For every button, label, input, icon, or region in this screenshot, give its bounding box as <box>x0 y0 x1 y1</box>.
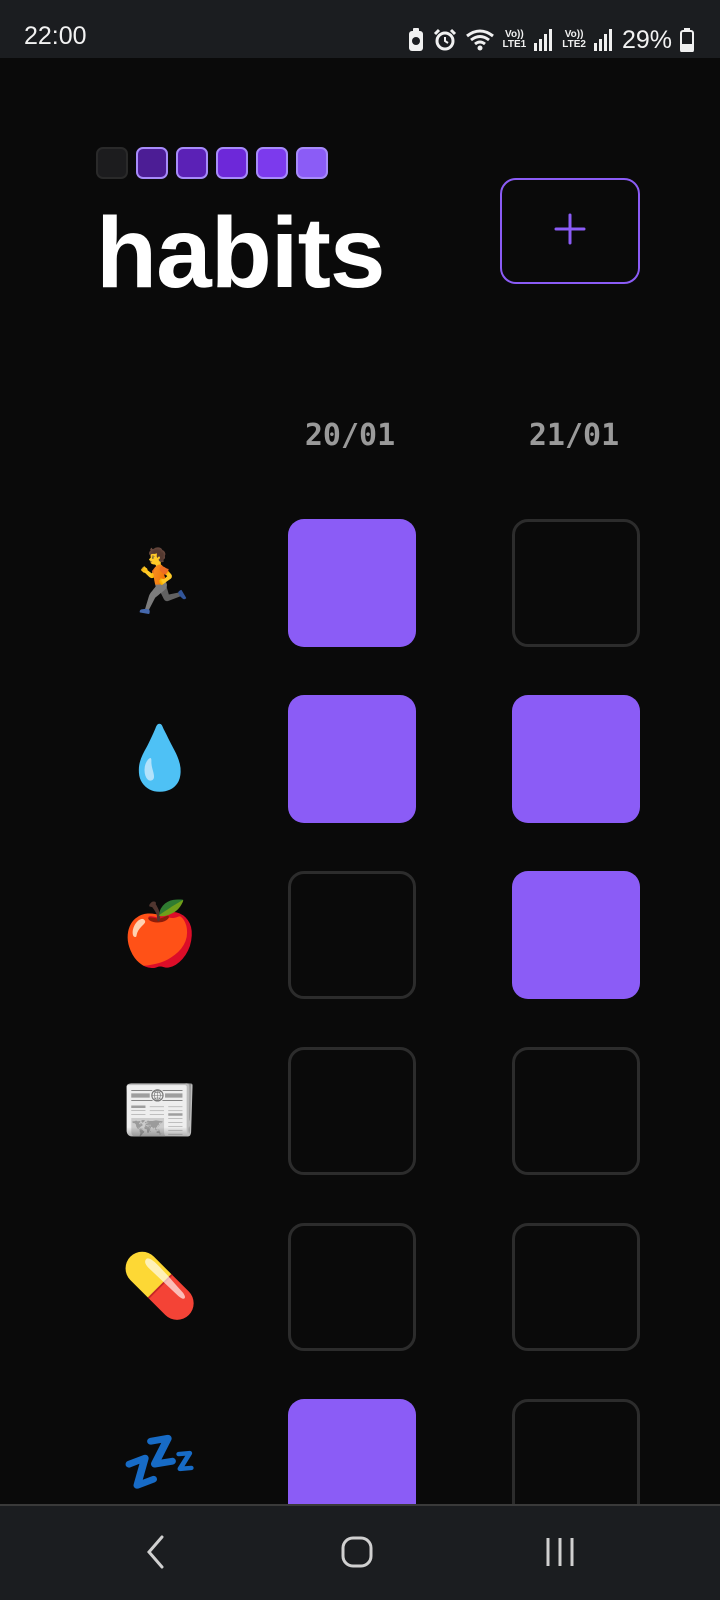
sim2-label: Vo)) LTE2 <box>562 30 586 50</box>
nav-recents-button[interactable] <box>500 1506 620 1600</box>
habit-checkbox-unchecked[interactable] <box>288 1047 416 1175</box>
newspaper-icon: 📰 <box>112 1063 208 1159</box>
add-habit-button[interactable] <box>500 178 640 284</box>
sleep-icon: 💤 <box>112 1415 208 1511</box>
runner-icon: 🏃 <box>112 535 208 631</box>
habit-checkbox-unchecked[interactable] <box>512 1047 640 1175</box>
habit-emoji: 💧 <box>121 724 199 793</box>
habit-checkbox-checked[interactable] <box>512 871 640 999</box>
pill-icon: 💊 <box>112 1239 208 1335</box>
status-bar: 22:00 Vo)) LTE1 Vo)) LTE2 29% <box>0 0 720 58</box>
plus-icon <box>552 211 588 252</box>
progress-square <box>176 147 208 179</box>
habit-checkbox-unchecked[interactable] <box>288 871 416 999</box>
app-screen: 22:00 Vo)) LTE1 Vo)) LTE2 29% habits 20/… <box>0 0 720 1600</box>
habit-checkbox-checked[interactable] <box>512 695 640 823</box>
battery-icon <box>680 28 694 52</box>
habit-checkbox-checked[interactable] <box>288 695 416 823</box>
habit-emoji: 🍎 <box>121 900 199 969</box>
alarm-icon <box>433 28 457 52</box>
apple-icon: 🍎 <box>112 887 208 983</box>
wifi-icon <box>465 28 495 52</box>
battery-percent: 29% <box>621 25 672 54</box>
water-drop-icon: 💧 <box>112 711 208 807</box>
date-header-1: 20/01 <box>304 418 396 453</box>
habit-emoji: 💊 <box>121 1252 199 1321</box>
battery-saver-icon <box>407 28 425 52</box>
habit-checkbox-checked[interactable] <box>288 519 416 647</box>
progress-square <box>96 147 128 179</box>
date-header-2: 21/01 <box>528 418 620 453</box>
progress-indicator <box>96 147 328 179</box>
habit-emoji: 🏃 <box>121 548 199 617</box>
habit-emoji: 📰 <box>121 1076 199 1145</box>
habit-checkbox-unchecked[interactable] <box>288 1223 416 1351</box>
status-time: 22:00 <box>24 22 87 50</box>
status-icons: Vo)) LTE1 Vo)) LTE2 29% <box>407 24 694 56</box>
habit-checkbox-unchecked[interactable] <box>512 519 640 647</box>
sim1-lte-text: LTE1 <box>502 39 527 50</box>
progress-square <box>256 147 288 179</box>
home-icon <box>340 1535 374 1574</box>
habit-checkbox-unchecked[interactable] <box>512 1223 640 1351</box>
nav-home-button[interactable] <box>297 1506 417 1600</box>
recents-icon <box>544 1536 576 1573</box>
back-icon <box>144 1534 168 1575</box>
navigation-bar <box>0 1504 720 1600</box>
signal-icon <box>534 29 554 51</box>
page-title: habits <box>96 197 385 309</box>
progress-square <box>216 147 248 179</box>
progress-square <box>136 147 168 179</box>
sim1-label: Vo)) LTE1 <box>503 30 527 50</box>
habit-emoji: 💤 <box>121 1428 199 1497</box>
progress-square <box>296 147 328 179</box>
signal-icon <box>593 29 614 51</box>
nav-back-button[interactable] <box>96 1506 216 1600</box>
sim2-lte-text: LTE2 <box>562 39 586 50</box>
